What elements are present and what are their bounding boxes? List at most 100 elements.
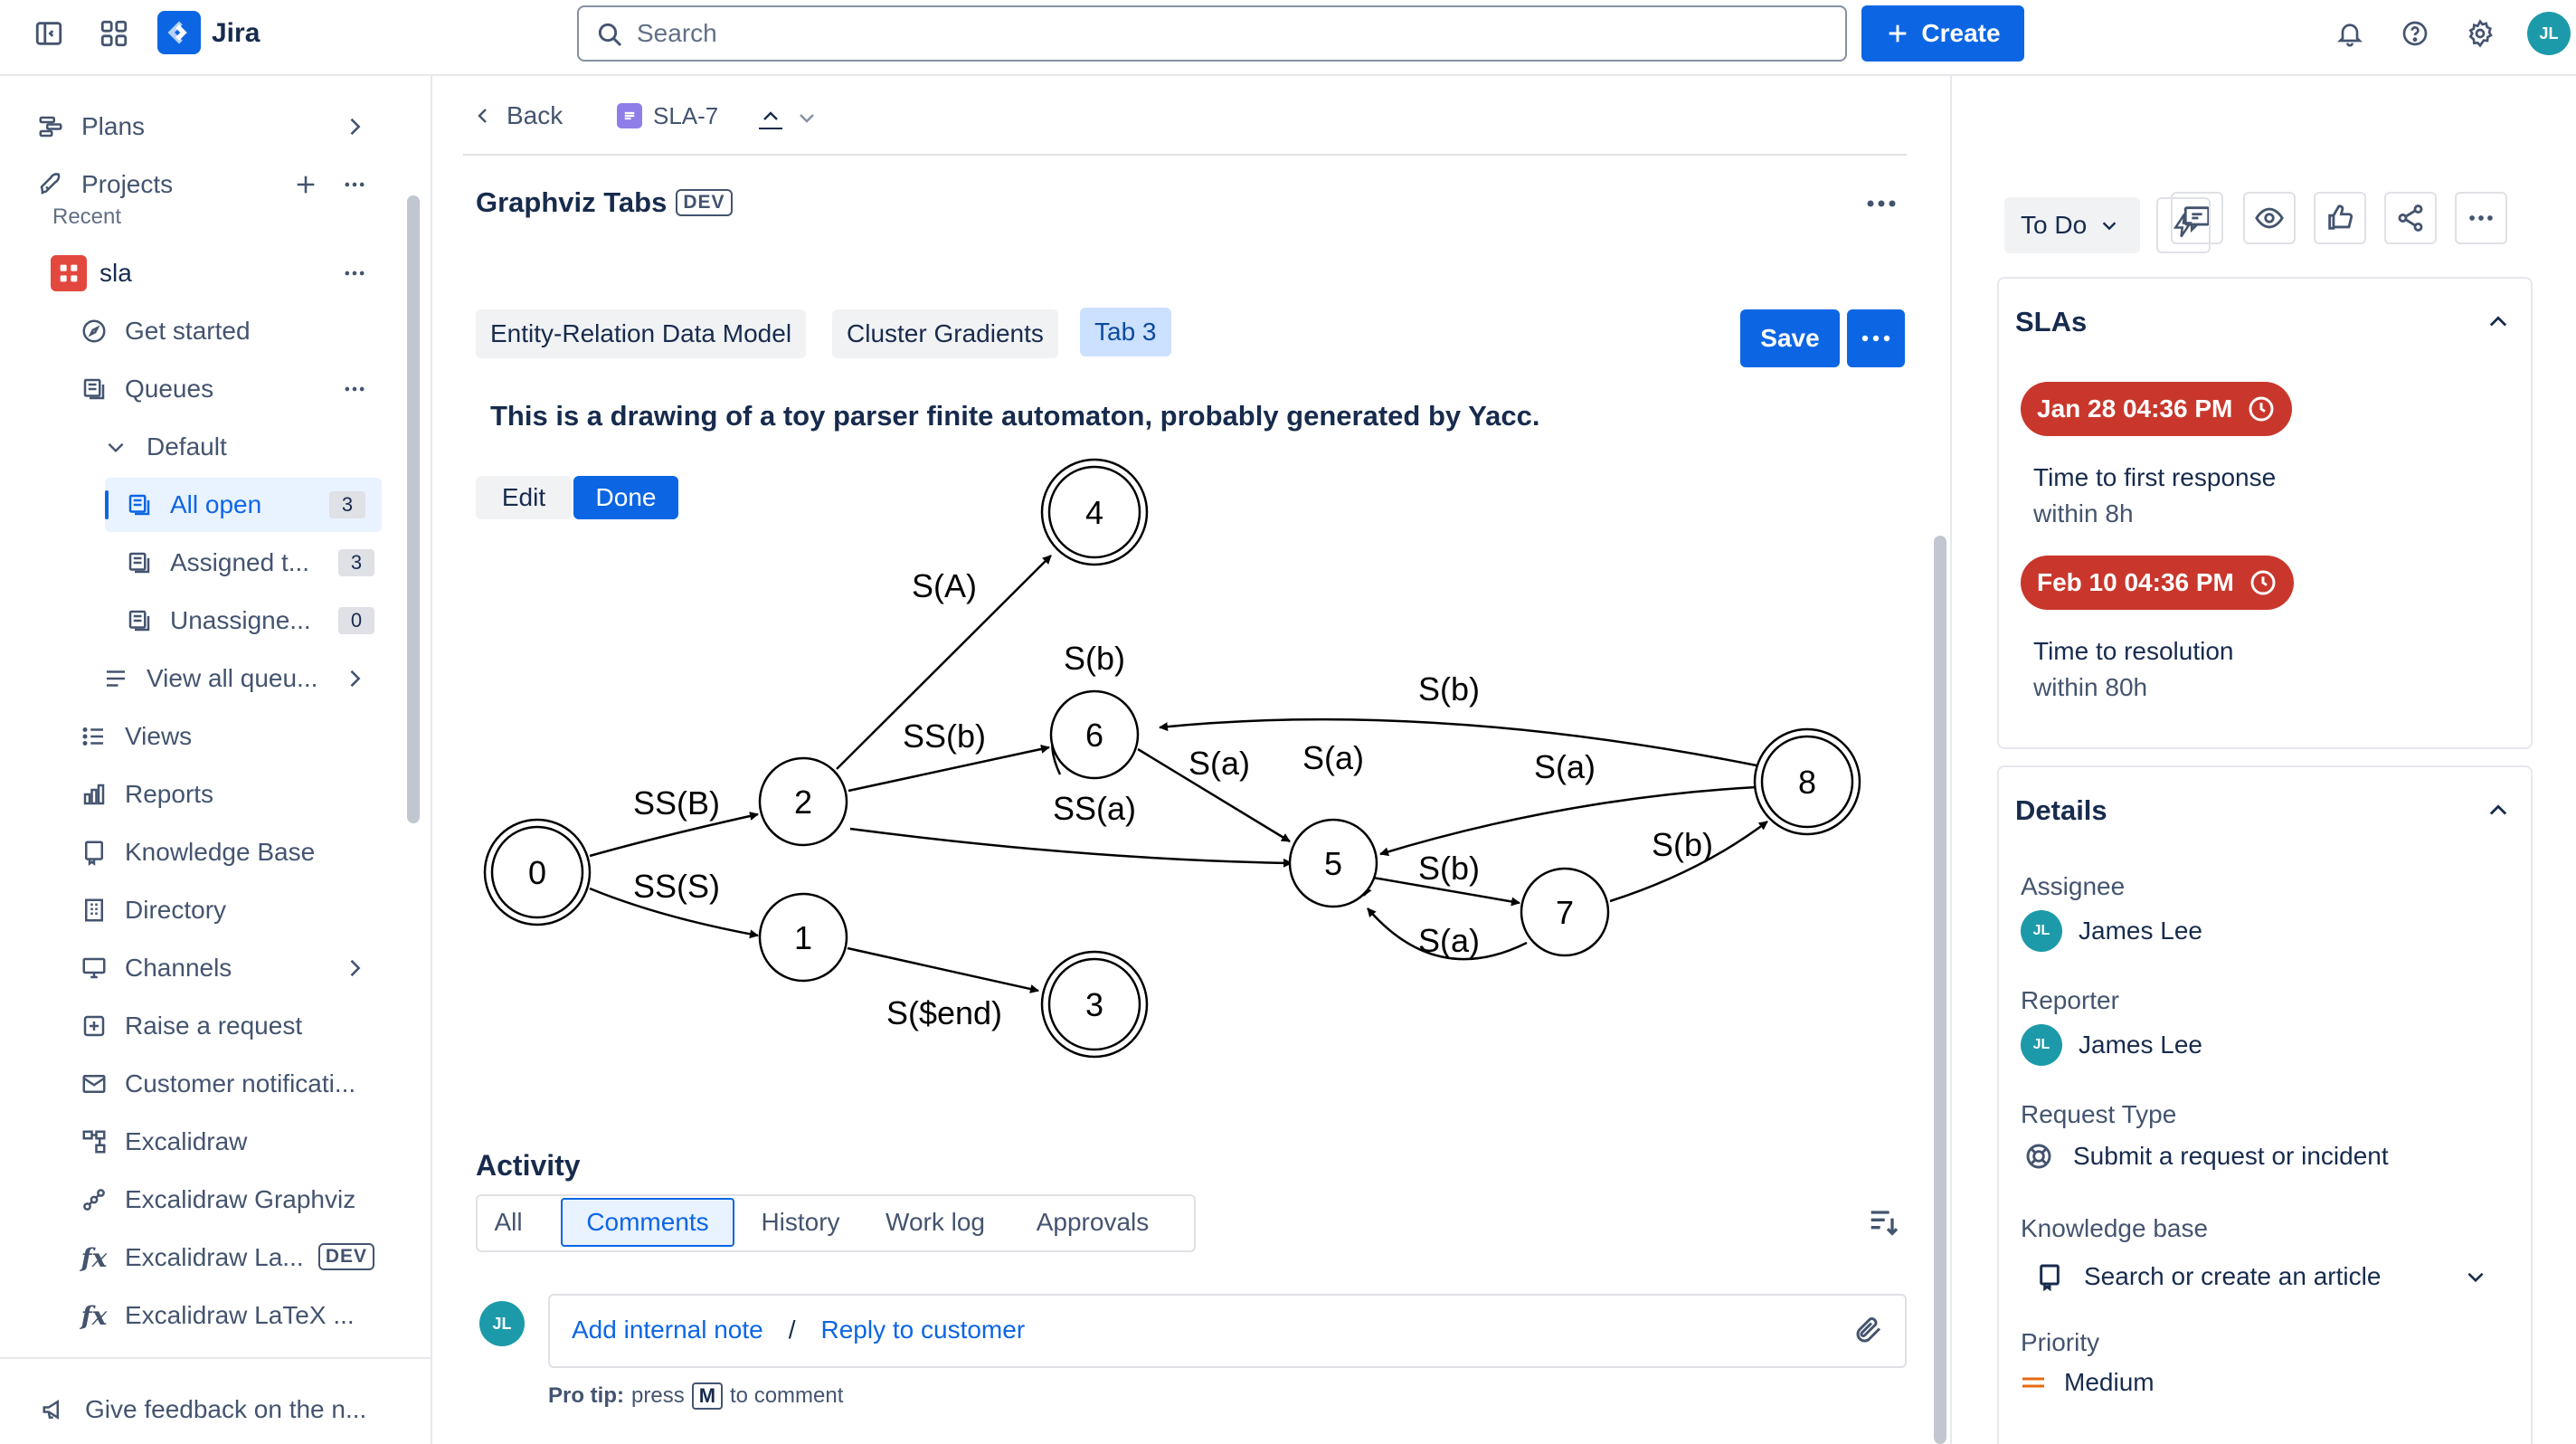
attachment-icon[interactable] bbox=[1852, 1314, 1885, 1346]
diagram-icon bbox=[76, 1124, 112, 1160]
knowledge-base-search[interactable]: Search or create an article bbox=[2035, 1252, 2487, 1301]
chevron-right-icon bbox=[350, 959, 361, 977]
node-label: 5 bbox=[1324, 845, 1342, 882]
assignee-name: James Lee bbox=[2079, 917, 2202, 945]
reporter-name: James Lee bbox=[2079, 1031, 2202, 1059]
sidebar-toggle-icon[interactable] bbox=[24, 8, 74, 59]
more-icon[interactable] bbox=[342, 172, 367, 197]
create-button[interactable]: Create bbox=[1861, 5, 2024, 62]
sidebar-item-plans[interactable]: Plans bbox=[33, 100, 367, 154]
clock-icon bbox=[2249, 396, 2274, 422]
more-actions-button[interactable] bbox=[2455, 192, 2507, 244]
watch-button[interactable] bbox=[2243, 192, 2296, 244]
chevron-up-icon[interactable] bbox=[2486, 309, 2511, 335]
pro-tip-label: Pro tip: bbox=[548, 1383, 624, 1408]
sidebar-item-excalidraw-graphviz[interactable]: Excalidraw Graphviz bbox=[76, 1173, 367, 1227]
lifebuoy-icon bbox=[2026, 1144, 2051, 1169]
sidebar-item-queues[interactable]: Queues bbox=[76, 362, 367, 416]
sidebar-item-raise-request[interactable]: Raise a request bbox=[76, 999, 367, 1053]
chevron-right-icon bbox=[350, 670, 361, 688]
sidebar-item-excalidraw-latex[interactable]: fx Excalidraw LaTeX ... bbox=[76, 1288, 384, 1343]
app-name[interactable]: Jira bbox=[212, 18, 260, 49]
reporter-field[interactable]: JL James Lee bbox=[2021, 1024, 2202, 1066]
sidebar-item-assigned[interactable]: Assigned t... 3 bbox=[121, 536, 374, 590]
add-project-icon[interactable] bbox=[293, 172, 318, 197]
sidebar-item-project-sla[interactable]: sla bbox=[51, 246, 367, 300]
knowledge-base-label: Knowledge base bbox=[2021, 1214, 2209, 1242]
sidebar-item-directory[interactable]: Directory bbox=[76, 883, 367, 937]
queue-count-badge: 0 bbox=[338, 607, 374, 634]
assignee-label: Assignee bbox=[2021, 872, 2126, 900]
sidebar-item-default[interactable]: Default bbox=[98, 420, 367, 474]
sidebar-item-projects[interactable]: Projects bbox=[33, 157, 367, 212]
knowledge-base-placeholder: Search or create an article bbox=[2084, 1262, 2382, 1290]
activity-tab-history[interactable]: History bbox=[751, 1198, 850, 1247]
add-internal-note-link[interactable]: Add internal note bbox=[572, 1316, 763, 1344]
activity-tab-all[interactable]: All bbox=[483, 1198, 534, 1247]
sidebar-item-reports[interactable]: Reports bbox=[76, 767, 367, 822]
sidebar-item-label: Views bbox=[125, 722, 193, 750]
app-switcher-icon[interactable] bbox=[89, 8, 139, 59]
activity-tab-comments[interactable]: Comments bbox=[561, 1198, 734, 1247]
main-scrollbar[interactable] bbox=[1934, 536, 1946, 1444]
sidebar-item-label: Queues bbox=[125, 375, 214, 403]
help-icon[interactable] bbox=[2390, 8, 2440, 59]
more-icon[interactable] bbox=[342, 261, 367, 286]
priority-value: Medium bbox=[2064, 1368, 2155, 1396]
sidebar-item-views[interactable]: Views bbox=[76, 709, 367, 764]
sort-icon[interactable] bbox=[1865, 1203, 1901, 1240]
sidebar-item-excalidraw-la[interactable]: fx Excalidraw La... DEV bbox=[76, 1230, 374, 1285]
vote-button[interactable] bbox=[2314, 192, 2366, 244]
sidebar-item-channels[interactable]: Channels bbox=[76, 941, 367, 995]
activity-tab-approvals[interactable]: Approvals bbox=[1020, 1198, 1165, 1247]
reply-to-customer-link[interactable]: Reply to customer bbox=[821, 1316, 1026, 1344]
sidebar-item-excalidraw[interactable]: Excalidraw bbox=[76, 1115, 367, 1169]
sidebar-item-customer-notifications[interactable]: Customer notificati... bbox=[76, 1057, 384, 1111]
sidebar-item-knowledge-base[interactable]: Knowledge Base bbox=[76, 825, 367, 879]
sidebar-item-get-started[interactable]: Get started bbox=[76, 304, 367, 358]
user-avatar[interactable]: JL bbox=[2527, 12, 2571, 55]
sidebar-item-unassigned[interactable]: Unassigne... 0 bbox=[121, 594, 374, 648]
chevron-up-icon[interactable] bbox=[2486, 798, 2511, 823]
sidebar-item-label: Channels bbox=[125, 954, 232, 982]
automaton-graph: 0 2 1 4 6 3 5 7 8 SS(B) SS(S) S(A) SS(b)… bbox=[483, 458, 1861, 1059]
edge-2-5 bbox=[849, 827, 1293, 868]
pro-tip-rest: to comment bbox=[730, 1383, 844, 1408]
notifications-icon[interactable] bbox=[2325, 8, 2375, 59]
compass-icon bbox=[76, 313, 112, 349]
activity-tab-work-log[interactable]: Work log bbox=[874, 1198, 997, 1247]
jira-logo-icon[interactable] bbox=[157, 11, 201, 54]
status-label: To Do bbox=[2021, 211, 2088, 239]
slas-panel: SLAs Jan 28 04:36 PM Time to first respo… bbox=[1997, 277, 2533, 749]
settings-gear-icon[interactable] bbox=[2455, 8, 2505, 59]
sidebar-item-label: Unassigne... bbox=[170, 606, 311, 634]
sla-within: within 8h bbox=[2033, 499, 2134, 527]
assignee-field[interactable]: JL James Lee bbox=[2021, 910, 2202, 952]
share-button[interactable] bbox=[2384, 192, 2437, 244]
sidebar-item-view-all-queues[interactable]: View all queu... bbox=[98, 651, 367, 706]
give-feedback-button[interactable]: Give feedback on the n... bbox=[36, 1382, 416, 1437]
project-icon bbox=[51, 255, 87, 291]
queue-icon bbox=[121, 603, 157, 639]
sidebar-item-all-open[interactable]: All open 3 bbox=[105, 478, 382, 532]
sla-label: Time to first response bbox=[2033, 463, 2277, 491]
edge-label: S(b) bbox=[1418, 850, 1480, 887]
request-type-field[interactable]: Submit a request or incident bbox=[2024, 1142, 2389, 1171]
edge-label: S(b) bbox=[1652, 826, 1713, 863]
automation-button[interactable] bbox=[2156, 197, 2211, 253]
edge-label: S(a) bbox=[1189, 745, 1250, 782]
comment-box[interactable]: Add internal note / Reply to customer bbox=[548, 1294, 1907, 1368]
more-icon[interactable] bbox=[342, 376, 367, 402]
edge-label: S(a) bbox=[1418, 922, 1480, 959]
search-input[interactable]: Search bbox=[577, 5, 1847, 62]
book-icon bbox=[76, 834, 112, 870]
sla-within: within 80h bbox=[2033, 673, 2148, 701]
status-dropdown[interactable]: To Do bbox=[2004, 197, 2140, 253]
sla-date: Jan 28 04:36 PM bbox=[2037, 394, 2233, 423]
details-title: Details bbox=[2015, 794, 2107, 826]
sidebar-item-label: Assigned t... bbox=[170, 548, 310, 576]
sidebar-item-label: sla bbox=[99, 259, 132, 287]
priority-field[interactable]: Medium bbox=[2021, 1368, 2155, 1397]
sidebar-scrollbar[interactable] bbox=[407, 195, 420, 823]
queue-count-badge: 3 bbox=[338, 549, 374, 576]
